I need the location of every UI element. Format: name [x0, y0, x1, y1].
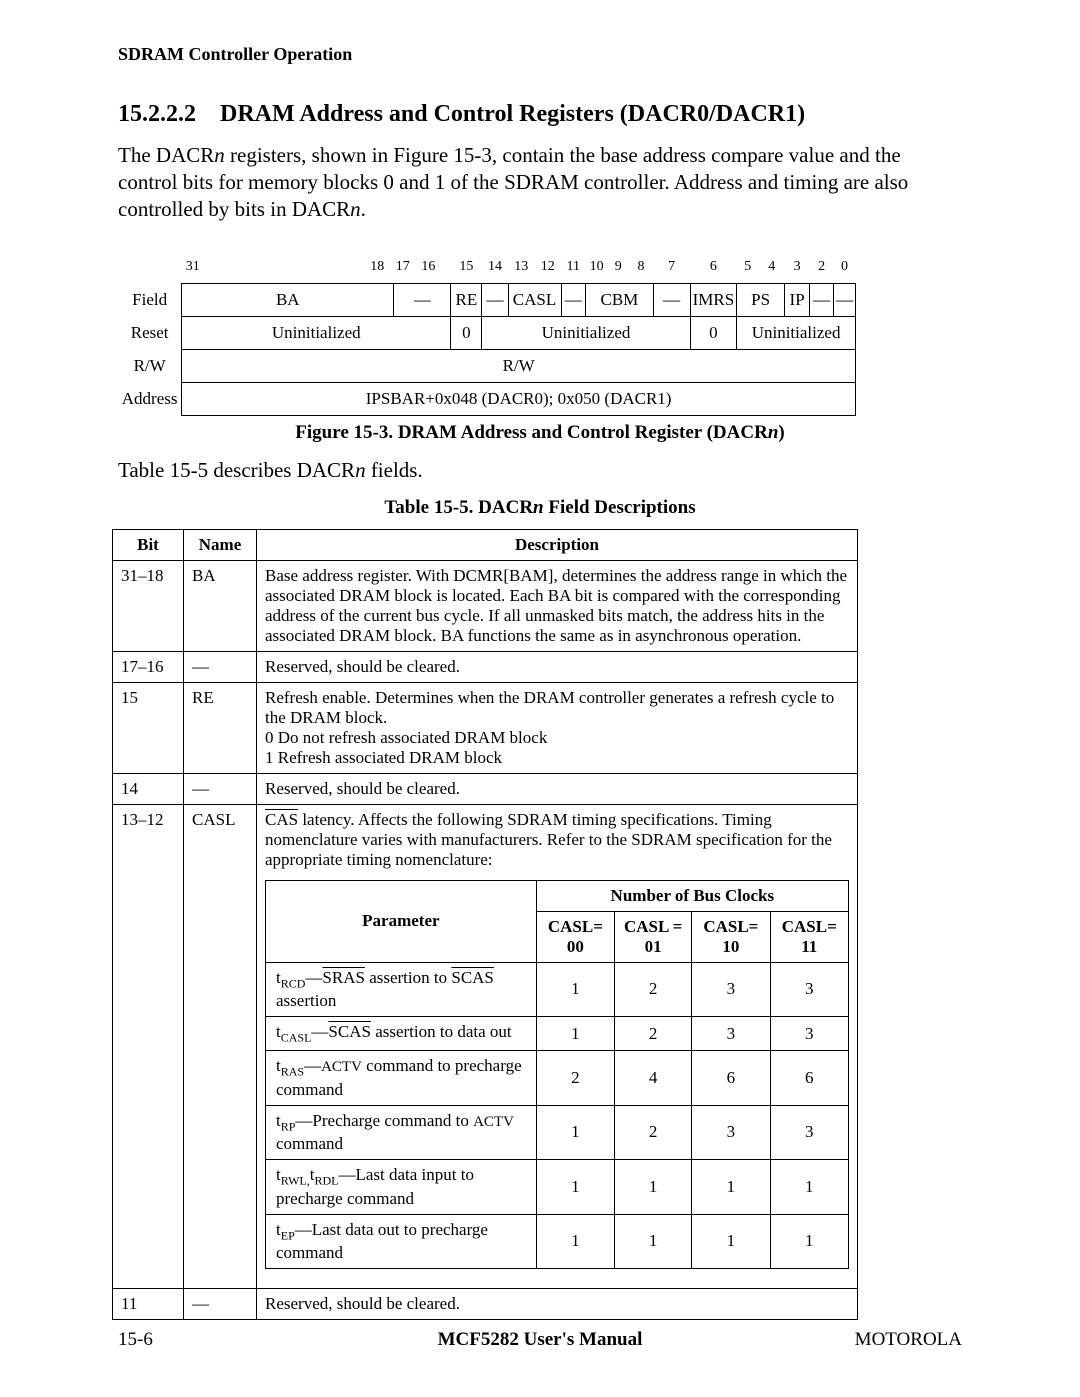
- table-header-row: Bit Name Description: [113, 529, 858, 560]
- table-row: 15 RE Refresh enable. Determines when th…: [113, 682, 858, 773]
- rw-row: R/W R/W: [118, 349, 856, 382]
- timing-row: tRAS—ACTV command to precharge command 2…: [266, 1051, 849, 1105]
- timing-row: tRCD—SRAS assertion to SCAS assertion 1 …: [266, 962, 849, 1016]
- table-row: 31–18 BA Base address register. With DCM…: [113, 560, 858, 651]
- register-diagram: 31 18 17 16 15 14 13 12 11 10 9 8 7 6 5 …: [118, 251, 856, 416]
- figure-caption: Figure 15-3. DRAM Address and Control Re…: [118, 422, 962, 444]
- running-header: SDRAM Controller Operation: [118, 44, 962, 65]
- reset-row: Reset Uninitialized 0 Uninitialized 0 Un…: [118, 316, 856, 349]
- table-caption: Table 15-5. DACRn Field Descriptions: [118, 497, 962, 519]
- page-number: 15-6: [118, 1329, 153, 1351]
- section-heading: 15.2.2.2 DRAM Address and Control Regist…: [118, 101, 962, 128]
- timing-row: tEP—Last data out to precharge command 1…: [266, 1214, 849, 1268]
- section-number: 15.2.2.2: [118, 101, 196, 127]
- casl-description-cell: CAS latency. Affects the following SDRAM…: [257, 804, 858, 1288]
- section-title: DRAM Address and Control Registers (DACR…: [220, 101, 805, 127]
- timing-row: tRWL,tRDL—Last data input to precharge c…: [266, 1160, 849, 1214]
- address-row: Address IPSBAR+0x048 (DACR0); 0x050 (DAC…: [118, 382, 856, 415]
- intro-paragraph: The DACRn registers, shown in Figure 15-…: [118, 142, 962, 223]
- table-intro-line: Table 15-5 describes DACRn fields.: [118, 458, 962, 483]
- table-row: 11 — Reserved, should be cleared.: [113, 1288, 858, 1319]
- field-row: Field BA — RE — CASL — CBM — IMRS PS IP …: [118, 283, 856, 316]
- company-name: MOTOROLA: [855, 1329, 962, 1351]
- timing-row: tRP—Precharge command to ACTV command 1 …: [266, 1105, 849, 1159]
- timing-row: tCASL—SCAS assertion to data out 1 2 3 3: [266, 1017, 849, 1051]
- casl-timing-table: Parameter Number of Bus Clocks CASL= 00 …: [265, 880, 849, 1269]
- table-row: 17–16 — Reserved, should be cleared.: [113, 651, 858, 682]
- bit-number-row: 31 18 17 16 15 14 13 12 11 10 9 8 7 6 5 …: [118, 251, 856, 284]
- table-row: 14 — Reserved, should be cleared.: [113, 773, 858, 804]
- page-footer: 15-6 MCF5282 User's Manual MOTOROLA: [118, 1329, 962, 1351]
- field-description-table: Bit Name Description 31–18 BA Base addre…: [112, 529, 858, 1320]
- manual-title: MCF5282 User's Manual: [118, 1329, 962, 1351]
- table-row-casl: 13–12 CASL CAS latency. Affects the foll…: [113, 804, 858, 1288]
